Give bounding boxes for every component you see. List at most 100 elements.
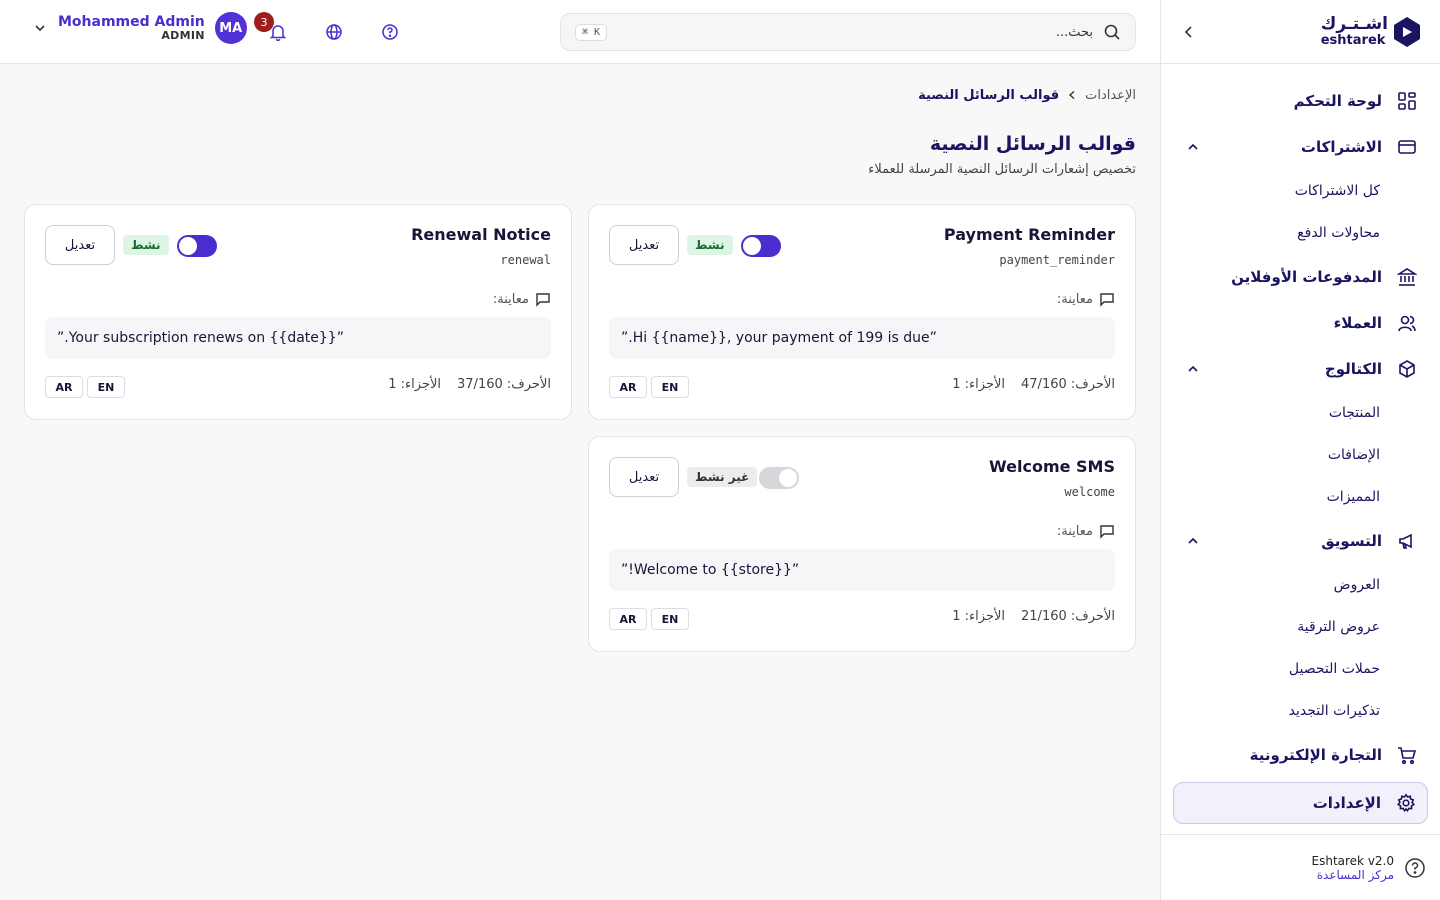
card-icon (1396, 136, 1418, 158)
template-key: payment_reminder (999, 253, 1115, 267)
user-name: Mohammed Admin (58, 13, 205, 30)
preview-text: ”Your subscription renews on {{date}}.” (45, 317, 551, 359)
cart-icon (1396, 744, 1418, 766)
sidebar-subitem-addons[interactable]: الإضافات (1161, 434, 1440, 476)
sidebar-subitem-products[interactable]: المنتجات (1161, 392, 1440, 434)
sidebar-item-settings[interactable]: الإعدادات (1173, 782, 1428, 824)
sidebar-item-offline-payments[interactable]: المدفوعات الأوفلاين (1161, 254, 1440, 300)
sidebar-subitem-upgrade-offers[interactable]: عروض الترقية (1161, 606, 1440, 648)
sidebar-item-ecommerce[interactable]: التجارة الإلكترونية (1161, 732, 1440, 778)
breadcrumb-settings[interactable]: الإعدادات (1085, 88, 1136, 103)
chevron-down-icon[interactable] (30, 22, 50, 34)
sidebar-item-label: التسويق (1321, 532, 1382, 550)
edit-template-button[interactable]: تعديل (609, 457, 679, 497)
question-icon (382, 24, 398, 40)
lang-tag-ar[interactable]: AR (45, 376, 83, 398)
sidebar-item-catalog[interactable]: الكتالوج (1161, 346, 1440, 392)
breadcrumb: الإعدادات قوالب الرسائل النصية (918, 88, 1136, 103)
preview-text: ”Welcome to {{store}}!” (609, 549, 1115, 591)
template-card: Payment Reminder payment_reminder تعديل … (588, 204, 1136, 420)
page-title: قوالب الرسائل النصية (929, 133, 1136, 155)
char-count: الأحرف: 21/160 (1021, 609, 1115, 624)
char-count: الأحرف: 37/160 (457, 377, 551, 392)
sidebar-item-subscriptions[interactable]: الاشتراكات (1161, 124, 1440, 170)
sidebar-item-dashboard[interactable]: لوحة التحكم (1161, 78, 1440, 124)
template-title: Welcome SMS (989, 457, 1115, 476)
language-tags: AR EN (609, 608, 689, 630)
template-card: Renewal Notice renewal تعديل نشط معاينة:… (24, 204, 572, 420)
avatar[interactable]: MA (214, 12, 247, 44)
sidebar-subitem-payment-attempts[interactable]: محاولات الدفع (1161, 212, 1440, 254)
language-button[interactable] (322, 20, 346, 44)
user-role: ADMIN (161, 28, 205, 42)
preview-label: معاينة: (1057, 291, 1115, 307)
sidebar-subitem-offers[interactable]: العروض (1161, 564, 1440, 606)
globe-icon (326, 24, 342, 40)
sidebar-subitem-renewal-reminders[interactable]: تذكيرات التجديد (1161, 690, 1440, 732)
language-tags: AR EN (45, 376, 125, 398)
template-card: Welcome SMS welcome تعديل غير نشط معاينة… (588, 436, 1136, 652)
template-title: Renewal Notice (411, 225, 551, 244)
sidebar-item-marketing[interactable]: التسويق (1161, 518, 1440, 564)
collapse-sidebar-button[interactable] (1177, 20, 1201, 44)
sidebar-item-label: لوحة التحكم (1293, 92, 1382, 110)
search-bar[interactable]: ⌘ K (560, 13, 1136, 51)
lang-tag-ar[interactable]: AR (609, 376, 647, 398)
sidebar-subitem-all-subscriptions[interactable]: كل الاشتراكات (1161, 170, 1440, 212)
user-menu[interactable]: Mohammed Admin ADMIN MA (30, 12, 247, 44)
sidebar-subitem-collection-campaigns[interactable]: حملات التحصيل (1161, 648, 1440, 690)
segment-count: الأجزاء: 1 (388, 377, 442, 392)
bank-icon (1396, 266, 1418, 288)
sidebar-item-label: الاشتراكات (1300, 138, 1382, 156)
brand-logo[interactable]: اشـتـرك eshtarek (1321, 16, 1420, 47)
main-content: الإعدادات قوالب الرسائل النصية قوالب الر… (0, 64, 1160, 900)
sidebar-header: اشـتـرك eshtarek (1161, 0, 1440, 64)
sidebar-item-label: التجارة الإلكترونية (1249, 746, 1382, 764)
sidebar-item-label: المدفوعات الأوفلاين (1231, 268, 1382, 286)
message-icon (536, 293, 550, 307)
active-toggle[interactable] (741, 235, 781, 257)
breadcrumb-current: قوالب الرسائل النصية (918, 88, 1060, 103)
lang-tag-en[interactable]: EN (87, 376, 125, 398)
sidebar-nav: لوحة التحكم الاشتراكات كل الاشتراكات محا… (1161, 64, 1440, 824)
chevron-left-icon (1067, 89, 1077, 103)
lang-tag-en[interactable]: EN (651, 608, 689, 630)
help-circle-icon[interactable] (1404, 857, 1426, 879)
chevron-up-icon[interactable] (1185, 139, 1201, 155)
message-stats: الأحرف: 21/160 الأجزاء: 1 (952, 609, 1115, 624)
toggle-knob (743, 237, 761, 255)
dashboard-icon (1396, 90, 1418, 112)
char-count: الأحرف: 47/160 (1021, 377, 1115, 392)
language-tags: AR EN (609, 376, 689, 398)
status-badge: غير نشط (687, 467, 758, 487)
edit-template-button[interactable]: تعديل (609, 225, 679, 265)
sidebar-footer: Eshtarek v2.0 مركز المساعدة (1161, 834, 1440, 900)
top-header: Mohammed Admin ADMIN MA 3 ⌘ K (0, 0, 1160, 64)
chevron-up-icon[interactable] (1185, 361, 1201, 377)
help-button[interactable] (378, 20, 402, 44)
chevron-up-icon[interactable] (1185, 533, 1201, 549)
sidebar-item-label: الإعدادات (1312, 794, 1381, 812)
preview-label: معاينة: (1057, 523, 1115, 539)
help-center-link[interactable]: مركز المساعدة (1312, 868, 1394, 882)
app-version: Eshtarek v2.0 (1311, 853, 1395, 868)
message-icon (1100, 525, 1114, 539)
sidebar-item-label: الكتالوج (1324, 360, 1382, 378)
active-toggle[interactable] (759, 467, 799, 489)
search-input[interactable] (607, 24, 1093, 40)
active-toggle[interactable] (177, 235, 217, 257)
toggle-knob (179, 237, 197, 255)
notifications-button[interactable]: 3 (254, 12, 290, 44)
sidebar-subitem-features[interactable]: المميزات (1161, 476, 1440, 518)
lang-tag-en[interactable]: EN (651, 376, 689, 398)
sidebar-item-customers[interactable]: العملاء (1161, 300, 1440, 346)
search-icon (1104, 24, 1120, 40)
chevron-left-icon (1184, 25, 1192, 38)
lang-tag-ar[interactable]: AR (609, 608, 647, 630)
template-key: welcome (1064, 485, 1115, 499)
megaphone-icon (1396, 530, 1418, 552)
status-badge: نشط (123, 235, 169, 255)
gear-icon (1395, 792, 1417, 814)
edit-template-button[interactable]: تعديل (45, 225, 115, 265)
notification-count-badge: 3 (254, 12, 274, 32)
